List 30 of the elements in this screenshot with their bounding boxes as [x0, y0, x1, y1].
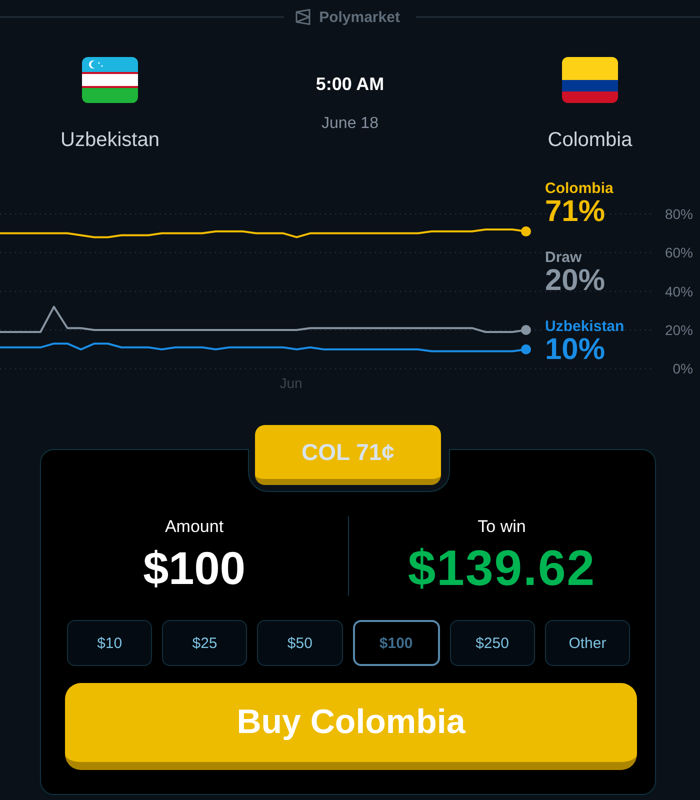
match-date: June 18 [322, 114, 378, 134]
amount-preset-button[interactable]: $250 [450, 620, 535, 666]
outcome-percent: 10% [545, 335, 606, 365]
team-name: Colombia [548, 128, 632, 152]
brand-name: Polymarket [319, 8, 400, 26]
outcome-percent: 71% [545, 197, 606, 227]
axis-tick-label: 40% [664, 283, 693, 300]
month-label: Jun [280, 375, 302, 391]
amount-preset-button[interactable]: $50 [257, 620, 343, 666]
flag-icon [82, 57, 138, 103]
outcome-name: Colombia [545, 180, 614, 197]
flag-icon [562, 57, 618, 103]
logo-icon [295, 9, 312, 25]
amount-label: Amount [164, 516, 224, 538]
outcome-name: Uzbekistan [545, 318, 624, 335]
amount-preset-button[interactable]: $25 [162, 620, 248, 666]
axis-tick-label: 0% [672, 360, 693, 377]
amount-value: $100 [143, 542, 246, 594]
outcome-name: Draw [545, 249, 582, 266]
axis-tick-label: 20% [664, 322, 693, 338]
amount-preset-button[interactable]: $100 [352, 620, 440, 666]
axis-tick-label: 80% [664, 206, 693, 222]
to-win-label: To win [478, 516, 526, 538]
axis-tick-label: 60% [664, 244, 693, 261]
team-name: Uzbekistan [60, 128, 160, 152]
outcome-percent: 20% [545, 266, 606, 296]
to-win-value: $139.62 [408, 542, 596, 594]
amount-preset-button[interactable]: $10 [67, 620, 152, 666]
match-time: 5:00 AM [316, 73, 384, 95]
amount-preset-button[interactable]: Other [544, 620, 630, 666]
